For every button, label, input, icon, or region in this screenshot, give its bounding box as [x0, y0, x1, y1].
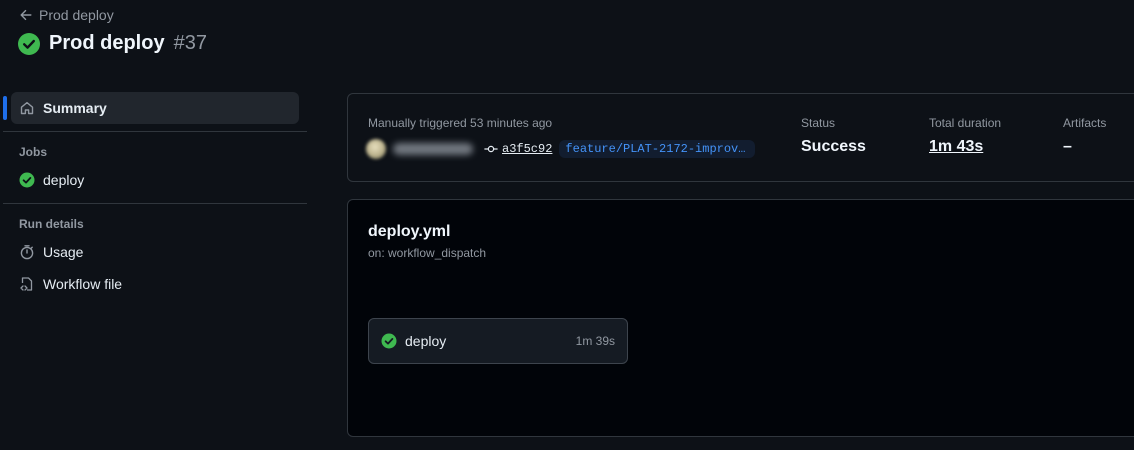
file-code-icon — [19, 276, 35, 292]
status-stat: Status Success — [801, 116, 866, 156]
sidebar-item-label: Summary — [43, 100, 107, 116]
workflow-graph-card: deploy.yml on: workflow_dispatch deploy … — [347, 199, 1134, 437]
duration-label: Total duration — [929, 116, 1002, 130]
duration-value-link[interactable]: 1m 43s — [929, 138, 1001, 156]
check-circle-fill-icon — [381, 333, 397, 349]
stopwatch-icon — [19, 244, 35, 260]
job-name: deploy — [405, 333, 447, 349]
run-summary-card: Manually triggered 53 minutes ago a3f5c9… — [347, 93, 1134, 182]
sidebar-item-summary[interactable]: Summary — [3, 92, 299, 124]
home-icon — [19, 100, 35, 116]
back-link[interactable]: Prod deploy — [19, 7, 114, 23]
workflow-title: Prod deploy — [49, 32, 165, 54]
sidebar-item-label: Usage — [43, 244, 84, 260]
divider — [3, 131, 307, 132]
sidebar-item-workflow-file[interactable]: Workflow file — [11, 268, 299, 300]
run-number: #37 — [173, 32, 207, 54]
job-duration: 1m 39s — [575, 334, 615, 348]
run-details-heading: Run details — [19, 217, 84, 231]
git-commit-icon — [484, 142, 498, 156]
artifacts-stat: Artifacts – — [1063, 116, 1106, 156]
page-title: Prod deploy #37 — [18, 32, 207, 55]
avatar[interactable] — [366, 139, 386, 159]
actor-name-redacted[interactable] — [393, 143, 473, 155]
check-circle-fill-icon — [18, 32, 40, 55]
jobs-heading: Jobs — [19, 145, 48, 159]
workflow-trigger: on: workflow_dispatch — [368, 246, 487, 260]
status-value: Success — [801, 138, 866, 155]
status-label: Status — [801, 116, 836, 130]
artifacts-label: Artifacts — [1063, 116, 1107, 130]
sidebar-item-label: Workflow file — [43, 276, 123, 292]
job-node-deploy[interactable]: deploy 1m 39s — [368, 318, 628, 364]
trigger-text: Manually triggered 53 minutes ago — [368, 116, 553, 130]
artifacts-value: – — [1063, 138, 1072, 155]
commit-link[interactable]: a3f5c92 — [484, 142, 552, 156]
back-link-label: Prod deploy — [39, 7, 114, 23]
actor-row: a3f5c92 feature/PLAT-2172-improve… — [366, 139, 756, 159]
arrow-left-icon — [19, 8, 33, 22]
sidebar-item-deploy[interactable]: deploy — [11, 164, 299, 196]
sidebar-item-label: deploy — [43, 172, 85, 188]
branch-label[interactable]: feature/PLAT-2172-improve… — [559, 140, 756, 158]
workflow-file-name: deploy.yml — [368, 223, 451, 240]
commit-hash: a3f5c92 — [502, 142, 553, 156]
divider — [3, 203, 307, 204]
duration-stat: Total duration 1m 43s — [929, 116, 1001, 156]
sidebar: Summary Jobs deploy Run details Usage Wo… — [0, 92, 310, 300]
check-circle-fill-icon — [19, 172, 35, 188]
active-indicator — [3, 96, 7, 120]
sidebar-item-usage[interactable]: Usage — [11, 236, 299, 268]
